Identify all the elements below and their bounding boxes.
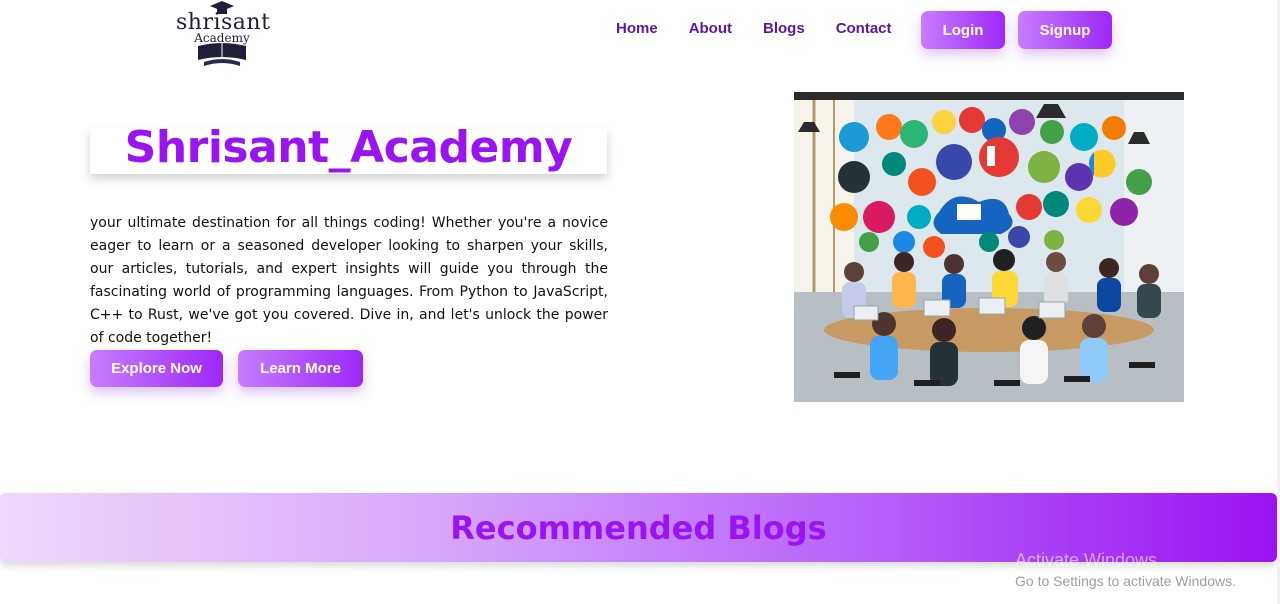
signup-button[interactable]: Signup xyxy=(1018,11,1112,49)
nav-blogs-link[interactable]: Blogs xyxy=(763,20,805,37)
nav-about-link[interactable]: About xyxy=(689,20,732,37)
site-logo[interactable]: shrisant Academy xyxy=(176,0,270,70)
activate-windows-subtitle: Go to Settings to activate Windows. xyxy=(1015,573,1236,589)
header: shrisant Academy Home About Blogs Contac… xyxy=(0,0,1280,80)
recommended-blogs-heading: Recommended Blogs xyxy=(450,509,827,547)
explore-now-button[interactable]: Explore Now xyxy=(90,350,223,387)
login-button[interactable]: Login xyxy=(921,11,1005,49)
activate-windows-title: Activate Windows xyxy=(1015,550,1158,570)
nav-home-link[interactable]: Home xyxy=(616,20,658,37)
open-book-icon xyxy=(198,43,246,66)
main-nav: Home About Blogs Contact xyxy=(616,20,923,37)
hero-title-card: Shrisant_Academy xyxy=(90,122,607,174)
hero-illustration xyxy=(794,92,1184,402)
nav-contact-link[interactable]: Contact xyxy=(836,20,892,37)
hero-title: Shrisant_Academy xyxy=(124,122,573,173)
hero-description: your ultimate destination for all things… xyxy=(90,215,608,346)
learn-more-button[interactable]: Learn More xyxy=(238,350,363,387)
